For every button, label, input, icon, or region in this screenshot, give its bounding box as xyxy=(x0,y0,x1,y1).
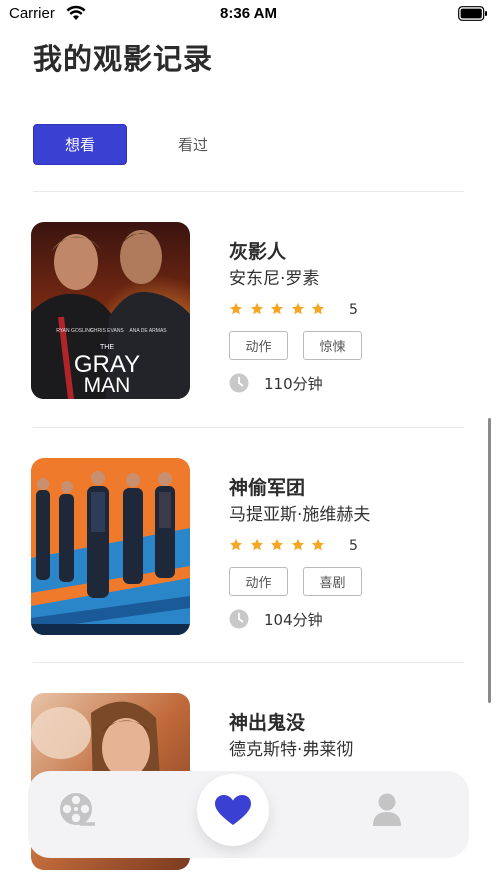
genre-tag: 喜剧 xyxy=(303,567,362,596)
movie-duration: 104分钟 xyxy=(264,611,323,629)
star-icon xyxy=(229,302,243,315)
clock-time: 8:36 AM xyxy=(220,5,277,22)
favorites-tab-button[interactable] xyxy=(197,774,269,846)
movie-poster[interactable]: RYAN GOSLING CHRIS EVANS ANA DE ARMAS TH… xyxy=(31,222,190,399)
star-icon xyxy=(250,538,263,551)
star-icon xyxy=(250,302,263,315)
movie-director: 马提亚斯·施维赫夫 xyxy=(229,505,371,525)
genre-tag: 动作 xyxy=(229,331,288,360)
star-rating xyxy=(229,538,332,552)
rating-value: 5 xyxy=(349,538,358,554)
star-icon xyxy=(291,538,304,551)
movie-title: 神出鬼没 xyxy=(229,712,306,734)
star-icon xyxy=(291,302,304,315)
heart-icon xyxy=(215,795,251,825)
tab-watched[interactable]: 看过 xyxy=(148,124,238,165)
divider xyxy=(33,427,464,428)
film-reel-icon[interactable] xyxy=(59,792,95,828)
clock-icon xyxy=(229,373,249,393)
movie-director: 安东尼·罗素 xyxy=(229,269,320,289)
movie-title: 灰影人 xyxy=(229,241,287,263)
rating-value: 5 xyxy=(349,302,358,318)
divider xyxy=(33,191,464,192)
poster-cast: CHRIS EVANS xyxy=(90,328,124,334)
star-icon xyxy=(311,538,325,551)
star-icon xyxy=(311,302,325,315)
poster-title: THE xyxy=(100,344,114,351)
tab-want-to-watch[interactable]: 想看 xyxy=(33,124,127,165)
movie-duration: 110分钟 xyxy=(264,375,323,393)
clock-icon xyxy=(229,609,249,629)
status-bar: Carrier 8:36 AM xyxy=(0,0,497,28)
user-icon[interactable] xyxy=(372,793,402,826)
scrollbar[interactable] xyxy=(488,418,491,703)
star-icon xyxy=(270,302,284,315)
genre-tag: 动作 xyxy=(229,567,288,596)
movie-title: 神偷军团 xyxy=(229,477,306,499)
poster-cast: ANA DE ARMAS xyxy=(129,328,167,334)
movie-director: 德克斯特·弗莱彻 xyxy=(229,740,354,760)
genre-tag: 惊悚 xyxy=(303,331,362,360)
movie-poster[interactable] xyxy=(31,458,190,635)
movie-card[interactable]: RYAN GOSLING CHRIS EVANS ANA DE ARMAS TH… xyxy=(31,222,471,402)
divider xyxy=(33,662,464,663)
page-title: 我的观影记录 xyxy=(33,42,214,76)
star-rating xyxy=(229,302,332,316)
star-icon xyxy=(229,538,243,551)
poster-title: MAN xyxy=(84,374,131,397)
movie-card[interactable]: 神偷军团 马提亚斯·施维赫夫 5 动作 喜剧 104分钟 xyxy=(31,458,471,638)
poster-cast: RYAN GOSLING xyxy=(56,328,94,334)
star-icon xyxy=(270,538,284,551)
battery-icon xyxy=(458,6,487,21)
